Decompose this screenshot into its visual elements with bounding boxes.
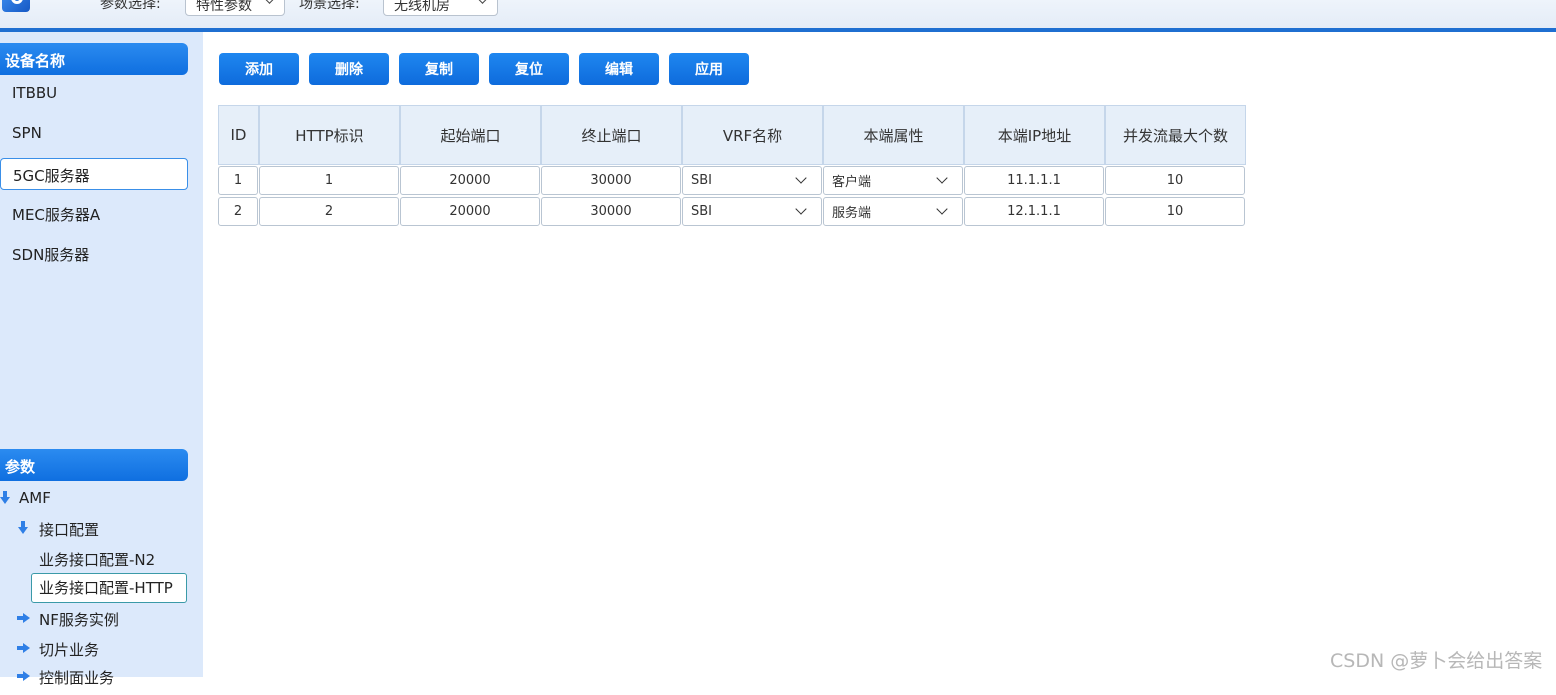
tree-item-interface-config[interactable]: 接口配置 (39, 519, 99, 547)
tree-item-slice-service[interactable]: 切片业务 (39, 639, 99, 667)
delete-button[interactable]: 删除 (309, 53, 389, 85)
scene-select-value: 无线机房 (394, 0, 450, 14)
cell-max-streams-input[interactable]: 10 (1105, 197, 1245, 226)
device-panel-header: 设备名称 (0, 43, 188, 75)
cell-http-id-input[interactable]: 1 (259, 166, 399, 195)
cell-local-ip-input[interactable]: 12.1.1.1 (964, 197, 1104, 226)
local-role-select-value: 客户端 (832, 175, 872, 190)
param-panel-header: 参数 (0, 449, 188, 481)
reset-button[interactable]: 复位 (489, 53, 569, 85)
cell-vrf-select[interactable]: SBI (682, 197, 822, 226)
cell-http-id-input[interactable]: 2 (259, 197, 399, 226)
cell-end-port-input[interactable]: 30000 (541, 197, 681, 226)
chevron-down-icon (476, 0, 489, 4)
device-item-5gc-server[interactable]: 5GC服务器 (0, 158, 188, 190)
chevron-down-icon (936, 172, 948, 184)
edit-button[interactable]: 编辑 (579, 53, 659, 85)
cell-local-ip-input[interactable]: 11.1.1.1 (964, 166, 1104, 195)
tree-item-amf[interactable]: AMF (19, 489, 51, 517)
param-select-value: 特性参数 (196, 0, 252, 14)
chevron-down-icon (795, 172, 807, 184)
cell-start-port-input[interactable]: 20000 (400, 166, 540, 195)
scene-select[interactable]: 无线机房 (383, 0, 498, 16)
tree-item-control-plane-service[interactable]: 控制面业务 (39, 667, 114, 695)
cell-start-port-input[interactable]: 20000 (400, 197, 540, 226)
cell-vrf-select[interactable]: SBI (682, 166, 822, 195)
column-header-start-port: 起始端口 (400, 105, 541, 165)
cell-id[interactable]: 1 (218, 166, 258, 195)
top-bar: 参数选择: 特性参数 场景选择: 无线机房 (0, 0, 1556, 28)
cell-local-role-select[interactable]: 服务端 (823, 197, 963, 226)
cell-end-port-input[interactable]: 30000 (541, 166, 681, 195)
column-header-id: ID (218, 105, 259, 165)
add-button[interactable]: 添加 (219, 53, 299, 85)
tree-item-nf-service-instance[interactable]: NF服务实例 (39, 609, 119, 637)
expand-arrow-icon[interactable] (18, 521, 28, 535)
param-select-label: 参数选择: (100, 0, 161, 12)
device-item-sdn-server[interactable]: SDN服务器 (0, 238, 188, 270)
copy-button[interactable]: 复制 (399, 53, 479, 85)
cell-max-streams-input[interactable]: 10 (1105, 166, 1245, 195)
param-select[interactable]: 特性参数 (185, 0, 285, 16)
vrf-select-value: SBI (691, 173, 713, 188)
expand-arrow-icon[interactable] (0, 491, 10, 505)
vrf-select-value: SBI (691, 204, 713, 219)
top-divider (0, 28, 1556, 32)
column-header-max-streams: 并发流最大个数 (1105, 105, 1246, 165)
watermark: CSDN @萝卜会给出答案 (1330, 650, 1543, 672)
device-item-itbbu[interactable]: ITBBU (0, 78, 188, 110)
cell-id[interactable]: 2 (218, 197, 258, 226)
collapse-arrow-icon[interactable] (17, 613, 31, 623)
column-header-end-port: 终止端口 (541, 105, 682, 165)
device-item-spn[interactable]: SPN (0, 118, 188, 150)
collapse-arrow-icon[interactable] (17, 643, 31, 653)
column-header-http-id: HTTP标识 (259, 105, 400, 165)
local-role-select-value: 服务端 (832, 206, 872, 221)
app-logo-icon (2, 0, 30, 12)
chevron-down-icon (936, 203, 948, 215)
tree-item-service-interface-http[interactable]: 业务接口配置-HTTP (31, 573, 187, 603)
device-item-mec-server-a[interactable]: MEC服务器A (0, 198, 188, 230)
scene-select-label: 场景选择: (299, 0, 360, 12)
chevron-down-icon (263, 0, 276, 4)
sidebar: 设备名称 ITBBU SPN 5GC服务器 MEC服务器A SDN服务器 参数 … (0, 32, 203, 687)
cell-local-role-select[interactable]: 客户端 (823, 166, 963, 195)
column-header-local-ip: 本端IP地址 (964, 105, 1105, 165)
chevron-down-icon (795, 203, 807, 215)
collapse-arrow-icon[interactable] (17, 671, 31, 681)
column-header-local-role: 本端属性 (823, 105, 964, 165)
column-header-vrf-name: VRF名称 (682, 105, 823, 165)
apply-button[interactable]: 应用 (669, 53, 749, 85)
